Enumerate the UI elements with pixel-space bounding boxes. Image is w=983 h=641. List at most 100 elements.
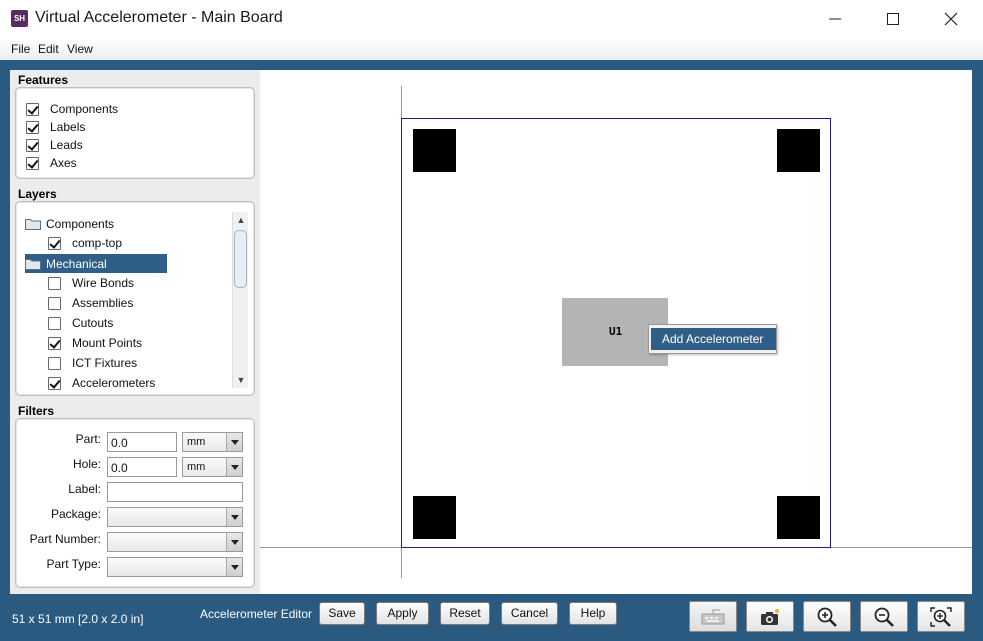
layer-cutouts[interactable]: Cutouts [48, 314, 113, 332]
layer-accelerometers[interactable]: Accelerometers [48, 374, 155, 392]
zoom-in-button[interactable] [803, 601, 851, 632]
minimize-button[interactable] [806, 0, 864, 38]
layer-assemblies[interactable]: Assemblies [48, 294, 133, 312]
scroll-thumb[interactable] [234, 230, 247, 288]
feature-label: Labels [50, 120, 86, 134]
reset-button[interactable]: Reset [440, 602, 490, 625]
label-input[interactable] [107, 482, 243, 502]
layer-wire-bonds[interactable]: Wire Bonds [48, 274, 134, 292]
filters-title: Filters [18, 404, 55, 418]
layers-title: Layers [18, 187, 57, 201]
layer-label: comp-top [72, 236, 123, 250]
checkbox[interactable] [48, 276, 61, 290]
hole-unit-select[interactable]: mm [182, 457, 243, 477]
checkbox[interactable] [26, 120, 39, 134]
board-canvas[interactable]: U1 Add Accelerometer [260, 70, 972, 594]
layer-label: Mount Points [72, 336, 143, 350]
hole-unit-value: mm [187, 461, 206, 473]
part-label: Part: [75, 432, 101, 446]
feature-axes[interactable]: Axes [26, 154, 77, 172]
chevron-down-icon[interactable] [226, 508, 242, 526]
add-accelerometer-menu-item[interactable]: Add Accelerometer [651, 328, 776, 350]
package-label: Package: [50, 507, 101, 521]
apply-button[interactable]: Apply [376, 602, 429, 625]
zoom-out-button[interactable] [860, 601, 908, 632]
help-button[interactable]: Help [569, 602, 617, 625]
checkbox[interactable] [26, 138, 39, 152]
layer-label: Components [46, 216, 115, 231]
checkbox[interactable] [48, 376, 61, 390]
part-unit-value: mm [187, 436, 206, 448]
feature-labels[interactable]: Labels [26, 118, 85, 136]
checkbox[interactable] [48, 236, 61, 250]
mount-point[interactable] [777, 129, 820, 172]
checkbox[interactable] [48, 356, 61, 370]
maximize-button[interactable] [864, 0, 922, 38]
features-title: Features [18, 73, 69, 87]
features-group: Components Labels Leads Axes [15, 87, 255, 179]
minimize-icon [829, 18, 841, 20]
zoom-in-icon [817, 607, 837, 627]
hole-label: Hole: [72, 457, 101, 471]
part-input[interactable]: 0.0 [107, 432, 177, 452]
part-unit-select[interactable]: mm [182, 432, 243, 452]
board-size-text: 51 x 51 mm [2.0 x 2.0 in] [12, 612, 144, 626]
scroll-up-icon[interactable]: ▲ [233, 212, 249, 228]
layer-comp-top[interactable]: comp-top [48, 234, 122, 252]
hole-input[interactable]: 0.0 [107, 457, 177, 477]
checkbox[interactable] [26, 102, 39, 116]
chevron-down-icon[interactable] [226, 433, 242, 451]
part-number-select[interactable] [107, 532, 243, 552]
checkbox[interactable] [26, 156, 39, 170]
layer-label: ICT Fixtures [72, 356, 138, 370]
keyboard-button[interactable] [689, 601, 737, 632]
layer-folder-mechanical[interactable]: Mechanical [25, 254, 167, 273]
layer-label: Accelerometers [72, 376, 156, 390]
layer-mount-points[interactable]: Mount Points [48, 334, 142, 352]
context-menu: Add Accelerometer [648, 324, 777, 354]
close-icon [944, 12, 958, 26]
layer-label: Assemblies [72, 296, 134, 310]
layers-scrollbar[interactable]: ▲ ▼ [232, 212, 248, 388]
zoom-fit-icon [930, 606, 952, 627]
folder-icon [25, 218, 41, 230]
feature-leads[interactable]: Leads [26, 136, 83, 154]
window-title: Virtual Accelerometer - Main Board [35, 9, 283, 26]
zoom-fit-button[interactable] [917, 601, 965, 632]
checkbox[interactable] [48, 336, 61, 350]
package-select[interactable] [107, 507, 243, 527]
cancel-button[interactable]: Cancel [501, 602, 558, 625]
accelerometer-editor-label: Accelerometer Editor [200, 607, 313, 621]
mount-point[interactable] [413, 496, 456, 539]
chevron-down-icon[interactable] [226, 558, 242, 576]
menu-view[interactable]: View [67, 42, 93, 56]
chevron-down-icon[interactable] [226, 533, 242, 551]
label-label: Label: [68, 482, 101, 496]
maximize-icon [887, 13, 899, 25]
checkbox[interactable] [48, 296, 61, 310]
keyboard-icon [701, 609, 725, 624]
folder-icon [25, 258, 41, 270]
layer-label: Cutouts [72, 316, 114, 330]
mount-point[interactable] [777, 496, 820, 539]
part-type-select[interactable] [107, 557, 243, 577]
checkbox[interactable] [48, 316, 61, 330]
part-type-label: Part Type: [46, 557, 101, 571]
filters-group: Part: 0.0 mm Hole: 0.0 mm Label: Package… [15, 418, 255, 588]
screenshot-button[interactable] [746, 601, 794, 632]
layer-folder-components[interactable]: Components [25, 214, 170, 233]
save-button[interactable]: Save [319, 602, 365, 625]
app-logo-icon: SH [11, 10, 28, 27]
menu-bar: File Edit View [0, 38, 983, 60]
zoom-out-icon [874, 607, 894, 627]
menu-edit[interactable]: Edit [38, 42, 59, 56]
camera-icon [761, 608, 779, 625]
close-button[interactable] [922, 0, 980, 38]
menu-file[interactable]: File [11, 42, 30, 56]
layer-ict-fixtures[interactable]: ICT Fixtures [48, 354, 137, 372]
feature-components[interactable]: Components [26, 100, 118, 118]
chevron-down-icon[interactable] [226, 458, 242, 476]
mount-point[interactable] [413, 129, 456, 172]
scroll-down-icon[interactable]: ▼ [233, 372, 249, 388]
title-bar: SH Virtual Accelerometer - Main Board [0, 0, 983, 38]
